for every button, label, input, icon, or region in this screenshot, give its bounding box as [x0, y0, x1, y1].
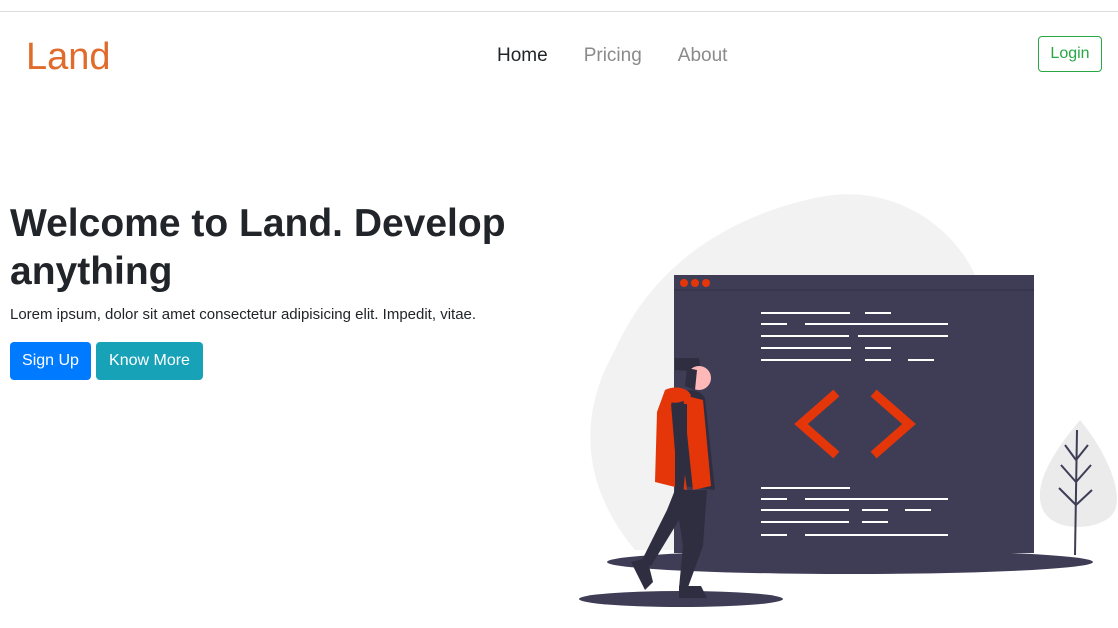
login-button[interactable]: Login	[1038, 36, 1102, 72]
window-dot-icon	[691, 279, 699, 287]
tree-foliage	[1039, 420, 1117, 527]
main-nav: Home Pricing About	[497, 44, 763, 68]
sign-up-button[interactable]: Sign Up	[10, 342, 91, 380]
nav-item-home[interactable]: Home	[497, 44, 548, 68]
code-window	[674, 275, 1034, 553]
ground-shadow	[607, 550, 1093, 574]
window-dot-icon	[680, 279, 688, 287]
window-dot-icon	[702, 279, 710, 287]
hero-title: Welcome to Land. Develop anything	[10, 202, 506, 293]
know-more-button[interactable]: Know More	[96, 342, 203, 380]
nav-item-about[interactable]: About	[678, 44, 728, 68]
brand-logo[interactable]: Land	[26, 34, 111, 80]
top-divider	[0, 11, 1118, 12]
nav-item-pricing[interactable]: Pricing	[584, 44, 642, 68]
hero-subtitle: Lorem ipsum, dolor sit amet consectetur …	[10, 306, 477, 323]
developer-code-illustration	[579, 194, 1117, 607]
